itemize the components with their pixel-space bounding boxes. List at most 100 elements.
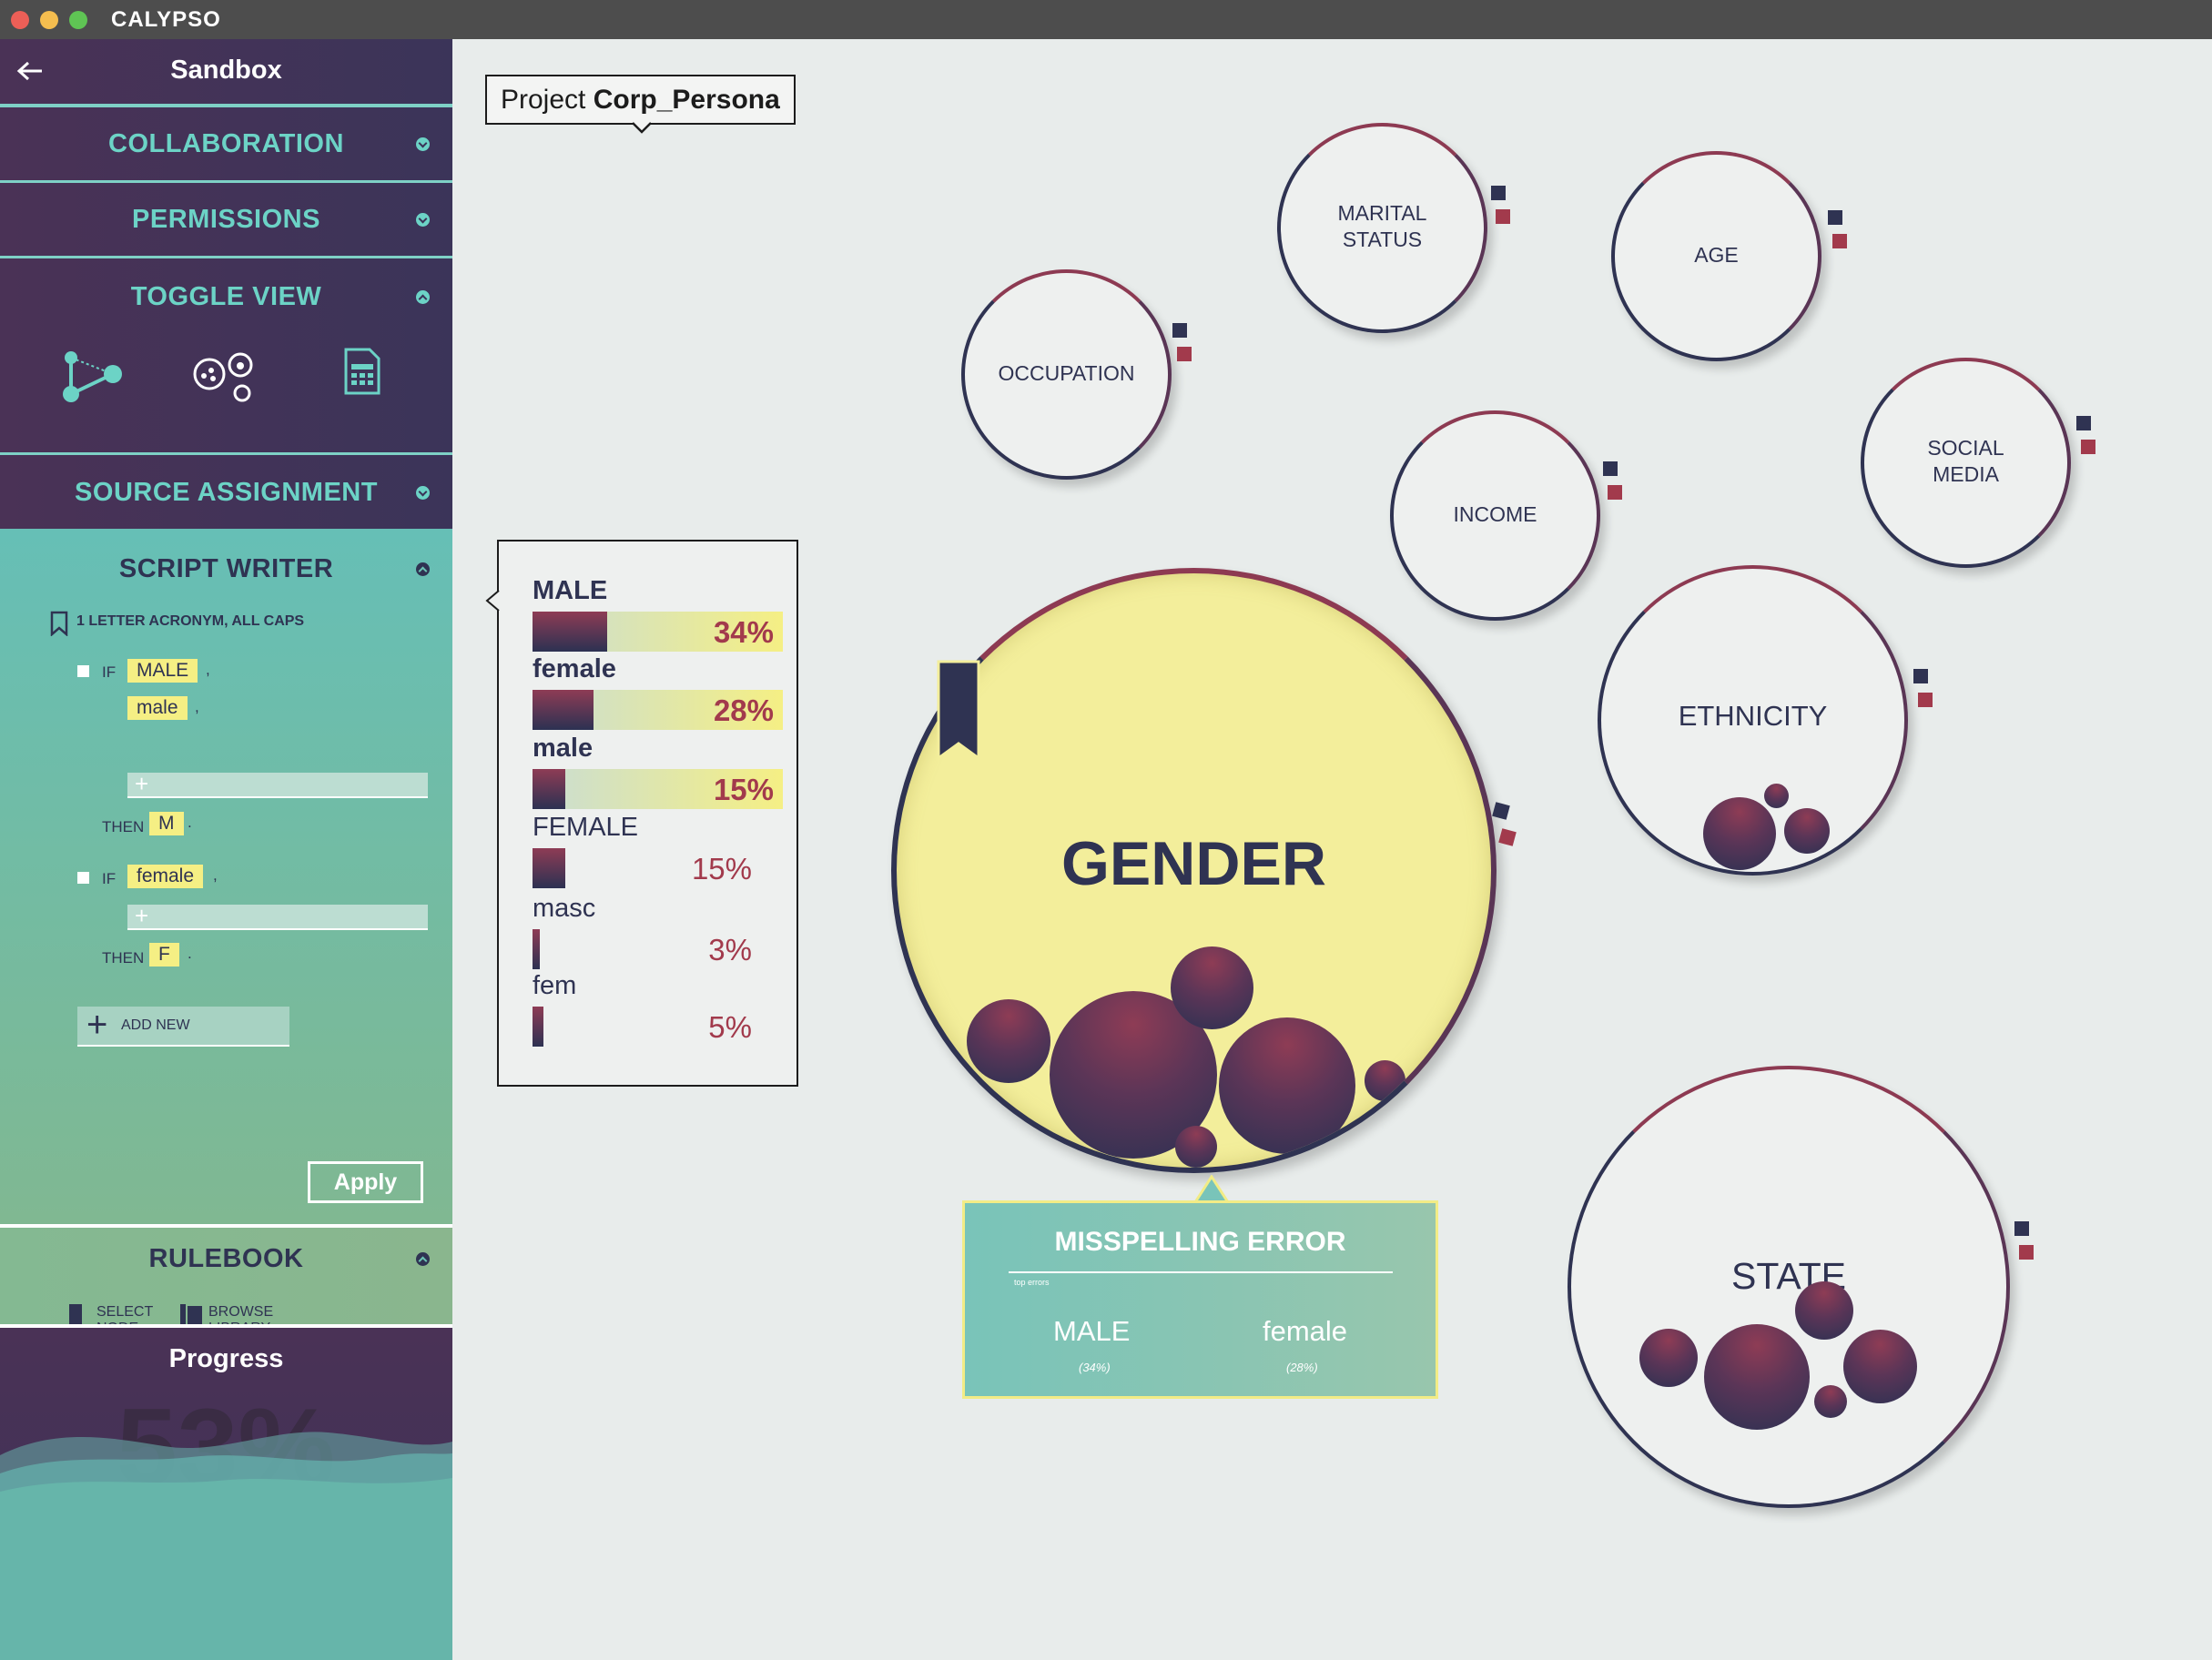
progress-section: Progress 53% (0, 1328, 452, 1660)
value-bar-row[interactable]: 34% (533, 612, 783, 652)
value-bar-row[interactable]: 3% (533, 929, 783, 969)
value-percent: 34% (713, 615, 774, 649)
value-bubble[interactable] (1795, 1281, 1853, 1340)
node-flag-red (1832, 234, 1847, 248)
value-bubble[interactable] (1639, 1329, 1698, 1387)
node-flag-navy (2076, 416, 2091, 430)
gender-node[interactable]: GENDER (891, 568, 1497, 1173)
toggle-view-section: TOGGLE VIEW (0, 258, 452, 452)
ethnicity-node[interactable]: ETHNICITY (1598, 565, 1908, 876)
value-bubble[interactable] (1365, 1060, 1405, 1101)
maximize-window-button[interactable] (69, 11, 87, 29)
rulebook-header: RULEBOOK (148, 1244, 304, 1273)
then-label: THEN (102, 818, 145, 835)
plus-icon: + (135, 902, 149, 929)
progress-wave (0, 1432, 452, 1660)
sidebar-header: Sandbox (0, 39, 452, 104)
panel-pointer (485, 590, 500, 612)
age-node[interactable]: AGE (1611, 151, 1821, 361)
tooltip-pointer (1193, 1175, 1230, 1202)
table-view-icon[interactable] (342, 346, 382, 397)
then-chip[interactable]: M (149, 812, 184, 835)
value-bubble[interactable] (1814, 1385, 1847, 1418)
node-flag-navy (1172, 323, 1187, 338)
value-bar-row[interactable]: 15% (533, 848, 783, 888)
chevron-up-icon[interactable] (416, 562, 430, 576)
graph-view-icon[interactable] (58, 350, 127, 405)
value-percent: 15% (691, 852, 752, 886)
if-label: IF (102, 663, 117, 681)
value-bar (533, 929, 540, 969)
value-bar (533, 848, 565, 888)
value-chip[interactable]: male (127, 696, 188, 720)
node-flag-red (1496, 209, 1510, 224)
value-bubble[interactable] (1704, 1324, 1810, 1430)
then-chip[interactable]: F (149, 943, 179, 967)
value-chip[interactable]: female (127, 865, 204, 888)
bookmark-icon[interactable] (937, 660, 982, 762)
add-new-button[interactable]: + ADD NEW (77, 1005, 289, 1047)
permissions-section[interactable]: PERMISSIONS (0, 183, 452, 256)
node-flag-red (1608, 485, 1622, 500)
apply-button[interactable]: Apply (308, 1161, 423, 1203)
node-flag-red (2019, 1245, 2034, 1260)
value-chip[interactable]: MALE (127, 659, 198, 683)
source-assignment-header: SOURCE ASSIGNMENT (75, 478, 378, 507)
value-bubble[interactable] (1784, 808, 1830, 854)
state-node[interactable]: STATE (1568, 1066, 2010, 1508)
node-flag-navy (1492, 802, 1510, 820)
value-label: FEMALE (533, 813, 639, 842)
add-value-field[interactable]: + (127, 770, 428, 798)
value-bar-row[interactable]: 28% (533, 690, 783, 730)
chevron-down-icon[interactable] (416, 486, 430, 500)
social-media-node[interactable]: SOCIAL MEDIA (1861, 358, 2071, 568)
value-bar-row[interactable]: 15% (533, 769, 783, 809)
bubble-view-icon[interactable] (191, 350, 260, 405)
value-percent: 5% (708, 1010, 752, 1044)
error-item-pct: (28%) (1286, 1361, 1318, 1374)
collaboration-section[interactable]: COLLABORATION (0, 107, 452, 180)
node-flag-red (2081, 440, 2095, 454)
marital-status-node[interactable]: MARITAL STATUS (1277, 123, 1487, 333)
project-label[interactable]: Project Corp_Persona (485, 75, 796, 134)
value-bubble[interactable] (1703, 797, 1776, 870)
close-window-button[interactable] (11, 11, 29, 29)
error-item: female (1263, 1315, 1348, 1347)
node-flag-navy (1491, 186, 1506, 200)
value-bubble[interactable] (1219, 1017, 1355, 1154)
chevron-down-icon[interactable] (416, 213, 430, 227)
then-label: THEN (102, 949, 145, 967)
canvas[interactable]: Project Corp_Persona MALE 34% female 28% mal… (452, 39, 2212, 1660)
value-bar-row[interactable]: 5% (533, 1007, 783, 1047)
minimize-window-button[interactable] (40, 11, 58, 29)
value-bubble[interactable] (1764, 784, 1789, 808)
chevron-up-icon[interactable] (416, 1252, 430, 1266)
plus-icon: + (135, 770, 149, 797)
rule-checkbox[interactable] (77, 872, 89, 884)
source-assignment-section[interactable]: SOURCE ASSIGNMENT (0, 455, 452, 529)
value-bubble[interactable] (1171, 946, 1253, 1029)
toggle-view-header: TOGGLE VIEW (130, 282, 322, 311)
value-bubble[interactable] (967, 999, 1050, 1083)
rule-checkbox[interactable] (77, 665, 89, 677)
occupation-node[interactable]: OCCUPATION (961, 269, 1172, 480)
value-percent: 3% (708, 933, 752, 967)
value-percent: 28% (713, 693, 774, 727)
value-bubble[interactable] (1175, 1126, 1217, 1168)
value-bar (533, 1007, 543, 1047)
chevron-up-icon[interactable] (416, 290, 430, 304)
node-flag-navy (2014, 1221, 2029, 1236)
error-subtitle: top errors (1014, 1278, 1050, 1287)
error-item-pct: (34%) (1079, 1361, 1111, 1374)
value-bubble[interactable] (1843, 1330, 1917, 1403)
node-flag-red (1498, 828, 1517, 846)
value-bar (533, 612, 607, 652)
value-bar (533, 690, 594, 730)
permissions-header: PERMISSIONS (132, 205, 320, 234)
value-percent: 15% (713, 773, 774, 806)
chevron-down-icon[interactable] (416, 137, 430, 151)
error-title: MISSPELLING ERROR (1054, 1227, 1346, 1257)
income-node[interactable]: INCOME (1390, 410, 1600, 621)
add-value-field[interactable]: + (127, 902, 428, 930)
node-flag-navy (1828, 210, 1842, 225)
